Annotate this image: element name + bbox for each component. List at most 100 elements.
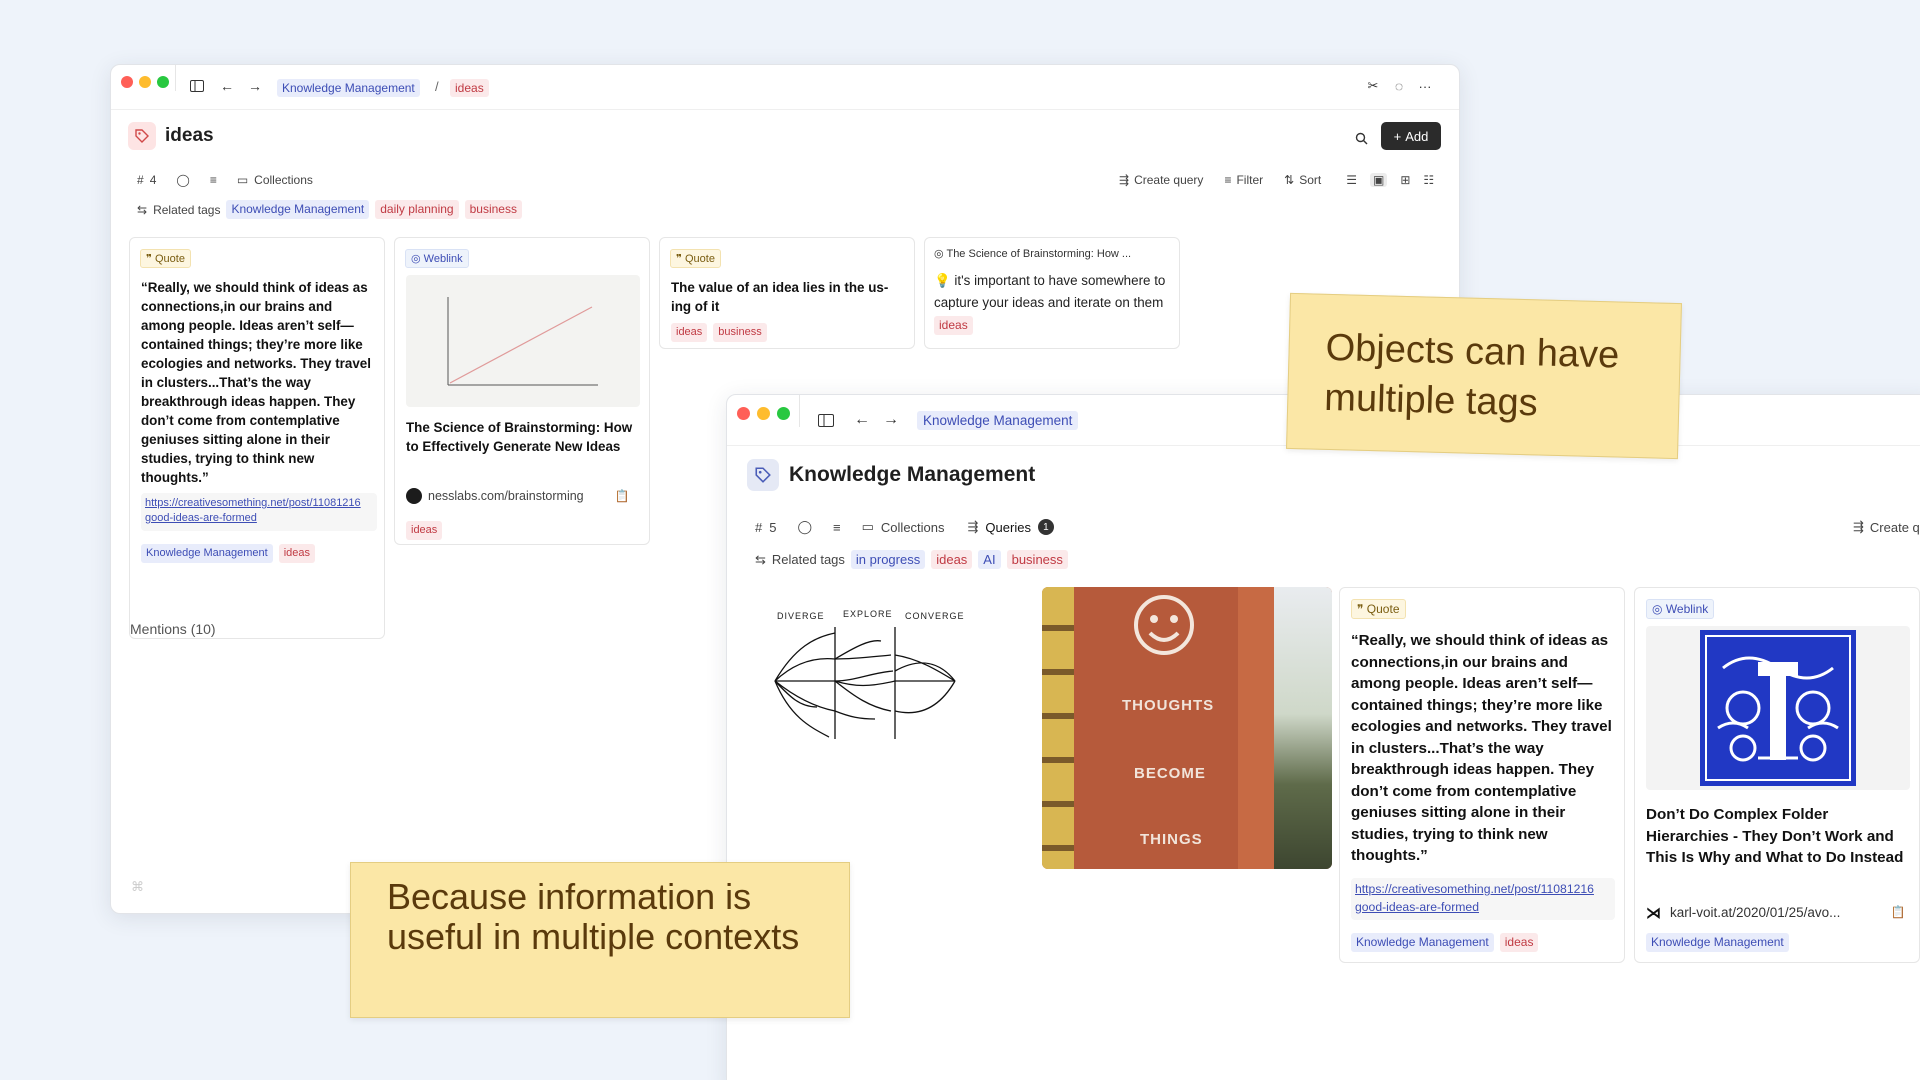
quote-card[interactable]: ❞ Quote “Really, we should think of idea… bbox=[1339, 587, 1625, 963]
sync-icon[interactable]: ◌ bbox=[1391, 78, 1407, 94]
sketch-label-diverge: DIVERGE bbox=[777, 611, 825, 621]
collections-icon: ▭ bbox=[861, 519, 874, 534]
related-tags-label: Related tags bbox=[771, 552, 845, 567]
page-title: Knowledge Management bbox=[789, 463, 1036, 486]
source-link[interactable]: https://creativesomething.net/post/11081… bbox=[1351, 878, 1615, 920]
source-domain[interactable]: nesslabs.com/brainstorming bbox=[428, 489, 584, 503]
card-view-icon[interactable]: ▣ bbox=[1369, 173, 1388, 187]
weblink-badge: ◎ Weblink bbox=[405, 249, 469, 268]
weblink-card[interactable]: ◎ Weblink The Science of Brainstorming: … bbox=[394, 237, 650, 545]
related-tags-icon: ⇆ bbox=[137, 202, 148, 217]
breadcrumb-separator: / bbox=[435, 79, 439, 94]
sidebar-toggle-icon[interactable] bbox=[817, 411, 835, 429]
quote-card[interactable]: ❞ Quote “Really, we should think of idea… bbox=[129, 237, 385, 639]
forward-arrow-icon[interactable]: → bbox=[882, 411, 900, 429]
outline-view-icon[interactable]: ☷ bbox=[1423, 173, 1434, 187]
related-tag-knowledge-management[interactable]: Knowledge Management bbox=[226, 200, 370, 219]
create-query-button[interactable]: Create query bbox=[1134, 173, 1203, 187]
more-icon[interactable]: ··· bbox=[1417, 78, 1433, 94]
comment-icon[interactable]: ◯ bbox=[797, 519, 812, 535]
sketch-label-explore: EXPLORE bbox=[843, 609, 893, 619]
maximize-window-button[interactable] bbox=[157, 76, 169, 88]
filter-icon: ≡ bbox=[1224, 173, 1232, 187]
plus-icon: + bbox=[1393, 128, 1402, 144]
highlight-card[interactable]: ◎ The Science of Brainstorming: How ... … bbox=[924, 237, 1180, 349]
tag-icon bbox=[128, 122, 156, 150]
collections-tab[interactable]: Collections bbox=[254, 173, 313, 187]
command-icon[interactable]: ⌘ bbox=[131, 879, 144, 895]
search-icon[interactable] bbox=[1352, 129, 1370, 147]
card-tag-ideas[interactable]: ideas bbox=[278, 544, 315, 563]
related-tag-ideas[interactable]: ideas bbox=[931, 550, 973, 569]
thoughts-become-things-photo[interactable]: THOUGHTS BECOME THINGS bbox=[1042, 587, 1332, 869]
source-link[interactable]: https://creativesomething.net/post/11081… bbox=[141, 493, 377, 531]
breadcrumb-knowledge-management[interactable]: Knowledge Management bbox=[917, 411, 1079, 430]
tag-icon bbox=[747, 459, 779, 491]
minimize-window-button[interactable] bbox=[757, 407, 770, 420]
related-tags-icon: ⇆ bbox=[755, 551, 766, 567]
maximize-window-button[interactable] bbox=[777, 407, 790, 420]
clipboard-icon[interactable]: 📋 bbox=[615, 488, 630, 504]
diverge-converge-sketch bbox=[774, 627, 956, 739]
sketch-label-converge: CONVERGE bbox=[905, 611, 965, 621]
quote-text: “Really, we should think of ideas as con… bbox=[141, 280, 371, 485]
inline-tag-ideas[interactable]: ideas bbox=[934, 316, 973, 335]
list-view-icon[interactable]: ☰ bbox=[1346, 173, 1357, 187]
create-query-button[interactable]: Create q bbox=[1870, 520, 1920, 535]
object-count: 4 bbox=[149, 173, 157, 187]
back-arrow-icon[interactable]: ← bbox=[219, 78, 235, 94]
related-tag-business[interactable]: business bbox=[1006, 550, 1068, 569]
card-tag-ideas[interactable]: ideas bbox=[671, 323, 708, 342]
breadcrumb-knowledge-management[interactable]: Knowledge Management bbox=[277, 79, 420, 97]
scissors-icon[interactable]: ✂ bbox=[1365, 78, 1381, 94]
sketch-image-card[interactable]: DIVERGE EXPLORE CONVERGE bbox=[745, 587, 989, 817]
card-tag-ideas[interactable]: ideas bbox=[406, 521, 443, 540]
card-tag-knowledge-management[interactable]: Knowledge Management bbox=[141, 544, 273, 563]
photo-word-become: BECOME bbox=[1134, 765, 1206, 782]
photo-word-thoughts: THOUGHTS bbox=[1122, 697, 1215, 714]
weblink-badge: ◎ Weblink bbox=[1646, 599, 1715, 619]
sidebar-toggle-icon[interactable] bbox=[189, 78, 205, 94]
hash-icon: # bbox=[755, 519, 763, 535]
minimize-window-button[interactable] bbox=[139, 76, 151, 88]
add-button-label: Add bbox=[1405, 128, 1429, 144]
close-window-button[interactable] bbox=[737, 407, 750, 420]
query-icon: ⇶ bbox=[1853, 519, 1864, 534]
queries-tab[interactable]: Queries bbox=[985, 520, 1031, 535]
breadcrumb-ideas[interactable]: ideas bbox=[450, 79, 489, 97]
collections-icon: ▭ bbox=[236, 173, 249, 187]
card-tag-knowledge-management[interactable]: Knowledge Management bbox=[1646, 933, 1789, 952]
queries-count-badge: 1 bbox=[1037, 519, 1054, 535]
weblink-title: Don’t Do Complex Folder Hierarchies - Th… bbox=[1646, 806, 1904, 866]
grid-view-icon[interactable]: ⊞ bbox=[1400, 173, 1410, 187]
card-tag-ideas[interactable]: ideas bbox=[1499, 933, 1539, 952]
clipboard-icon[interactable]: 📋 bbox=[1891, 904, 1906, 920]
related-tag-daily-planning[interactable]: daily planning bbox=[375, 200, 459, 219]
source-domain[interactable]: karl-voit.at/2020/01/25/avo... bbox=[1670, 905, 1840, 920]
mentions-heading[interactable]: Mentions (10) bbox=[130, 621, 216, 637]
description-icon[interactable]: ≡ bbox=[833, 520, 841, 535]
highlight-source: ◎ The Science of Brainstorming: How ... bbox=[934, 248, 1132, 260]
close-window-button[interactable] bbox=[121, 76, 133, 88]
quote-badge: ❞ Quote bbox=[140, 249, 191, 268]
sticky-note-multiple-tags: Objects can have multiple tags bbox=[1286, 292, 1682, 460]
sort-button[interactable]: Sort bbox=[1299, 173, 1321, 187]
related-tag-in-progress[interactable]: in progress bbox=[850, 550, 926, 569]
page-title: ideas bbox=[165, 125, 214, 146]
weblink-card[interactable]: ◎ Weblink Don’t Do Complex Folder Hierar… bbox=[1634, 587, 1920, 963]
related-tag-ai[interactable]: AI bbox=[978, 550, 1001, 569]
description-icon[interactable]: ≡ bbox=[210, 173, 217, 187]
card-tag-business[interactable]: business bbox=[713, 323, 767, 342]
comment-icon[interactable]: ◯ bbox=[176, 173, 189, 187]
add-button[interactable]: + Add bbox=[1381, 122, 1441, 150]
sticky-note-multiple-contexts: Because information is useful in multipl… bbox=[350, 862, 850, 1018]
quote-badge: ❞ Quote bbox=[1351, 599, 1406, 619]
back-arrow-icon[interactable]: ← bbox=[853, 411, 871, 429]
forward-arrow-icon[interactable]: → bbox=[247, 78, 263, 94]
collections-tab[interactable]: Collections bbox=[881, 520, 945, 535]
related-tag-business[interactable]: business bbox=[464, 200, 522, 219]
quote-text: “Really, we should think of ideas as con… bbox=[1351, 632, 1612, 864]
card-tag-knowledge-management[interactable]: Knowledge Management bbox=[1351, 933, 1494, 952]
filter-button[interactable]: Filter bbox=[1236, 173, 1263, 187]
quote-card[interactable]: ❞ Quote The value of an idea lies in the… bbox=[659, 237, 915, 349]
